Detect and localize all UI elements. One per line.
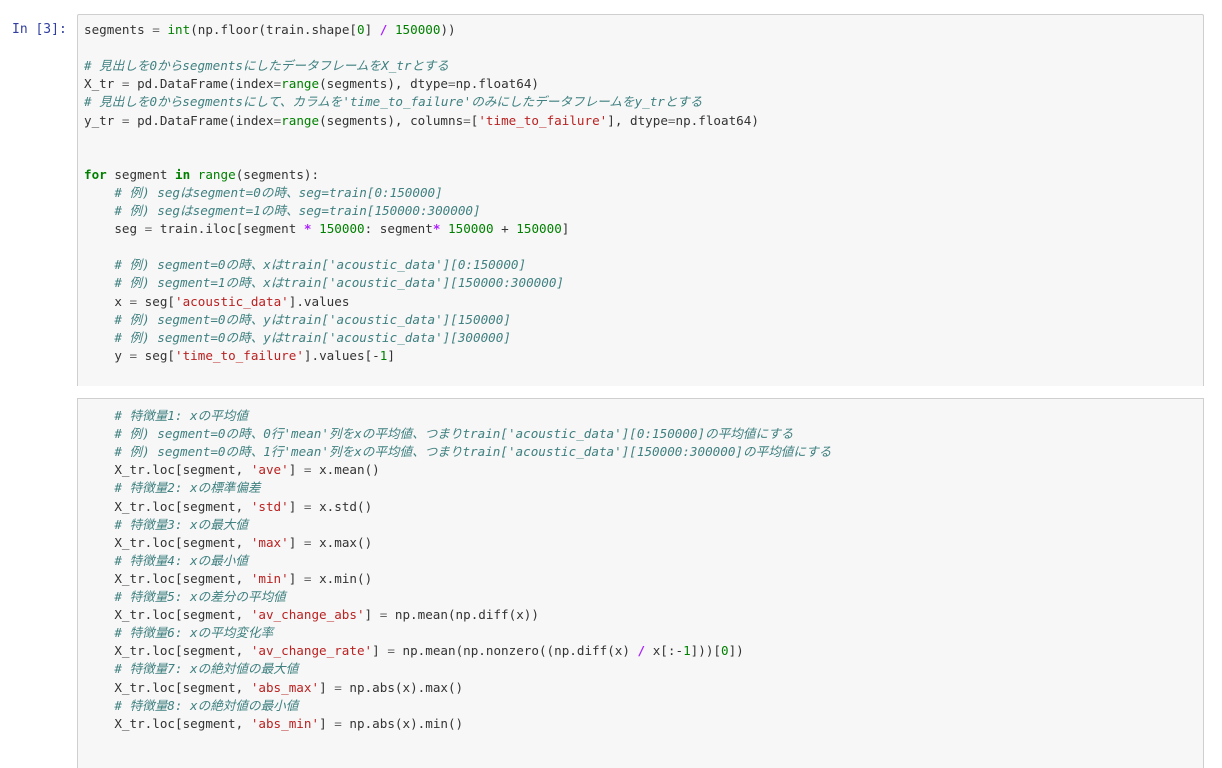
code-line[interactable]: seg = train.iloc[segment * 150000: segme… — [84, 221, 569, 237]
code-line[interactable]: X_tr.loc[segment, 'ave'] = x.mean() — [84, 462, 379, 478]
code-line[interactable]: # 見出しを0からsegmentsにしたデータフレームをX_trとする — [84, 58, 449, 74]
code-line[interactable]: segments = int(np.floor(train.shape[0] /… — [84, 22, 456, 38]
code-cell-continued[interactable]: # 特徴量1: xの平均値 # 例) segment=0の時、0行'mean'列… — [77, 398, 1204, 768]
code-line[interactable]: y_tr = pd.DataFrame(index=range(segments… — [84, 113, 759, 129]
code-line[interactable]: # 例) segment=0の時、xはtrain['acoustic_data'… — [84, 257, 526, 273]
code-line[interactable]: # 特徴量5: xの差分の平均値 — [84, 589, 285, 605]
code-line[interactable]: X_tr.loc[segment, 'max'] = x.max() — [84, 535, 372, 551]
code-line[interactable]: # 特徴量1: xの平均値 — [84, 408, 248, 424]
code-line[interactable]: # 例) segはsegment=1の時、seg=train[150000:30… — [84, 203, 480, 219]
code-line[interactable]: # 例) segment=0の時、1行'mean'列をxの平均値、つまりtrai… — [84, 444, 831, 460]
code-line[interactable]: # 例) segment=0の時、yはtrain['acoustic_data'… — [84, 312, 511, 328]
code-line[interactable]: # 例) segment=1の時、xはtrain['acoustic_data'… — [84, 275, 564, 291]
code-line[interactable]: # 特徴量8: xの絶対値の最小値 — [84, 698, 298, 714]
code-line[interactable]: # 特徴量4: xの最小値 — [84, 553, 248, 569]
code-line[interactable]: X_tr.loc[segment, 'abs_min'] = np.abs(x)… — [84, 716, 463, 732]
code-line[interactable]: # 例) segment=0の時、0行'mean'列をxの平均値、つまりtrai… — [84, 426, 793, 442]
code-line[interactable]: X_tr.loc[segment, 'av_change_abs'] = np.… — [84, 607, 539, 623]
code-line[interactable]: X_tr.loc[segment, 'abs_max'] = np.abs(x)… — [84, 680, 463, 696]
code-line[interactable]: X_tr.loc[segment, 'std'] = x.std() — [84, 499, 372, 515]
code-line[interactable]: # 特徴量2: xの標準偏差 — [84, 480, 260, 496]
code-line[interactable]: # 特徴量7: xの絶対値の最大値 — [84, 661, 298, 677]
code-line[interactable]: X_tr = pd.DataFrame(index=range(segments… — [84, 76, 539, 92]
code-line[interactable]: x = seg['acoustic_data'].values — [84, 294, 349, 310]
cell-prompt: In [3]: — [12, 22, 67, 37]
code-line[interactable]: # 特徴量3: xの最大値 — [84, 517, 248, 533]
code-line[interactable]: # 特徴量6: xの平均変化率 — [84, 625, 273, 641]
code-line[interactable]: # 例) segはsegment=0の時、seg=train[0:150000] — [84, 185, 442, 201]
code-line[interactable]: X_tr.loc[segment, 'av_change_rate'] = np… — [84, 643, 743, 659]
code-line[interactable]: X_tr.loc[segment, 'min'] = x.min() — [84, 571, 372, 587]
code-line[interactable]: # 例) segment=0の時、yはtrain['acoustic_data'… — [84, 330, 511, 346]
code-line[interactable]: for segment in range(segments): — [84, 167, 319, 183]
code-line[interactable]: y = seg['time_to_failure'].values[-1] — [84, 348, 395, 364]
code-cell[interactable]: segments = int(np.floor(train.shape[0] /… — [77, 14, 1204, 386]
code-line[interactable]: # 見出しを0からsegmentsにして、カラムを'time_to_failur… — [84, 94, 702, 110]
